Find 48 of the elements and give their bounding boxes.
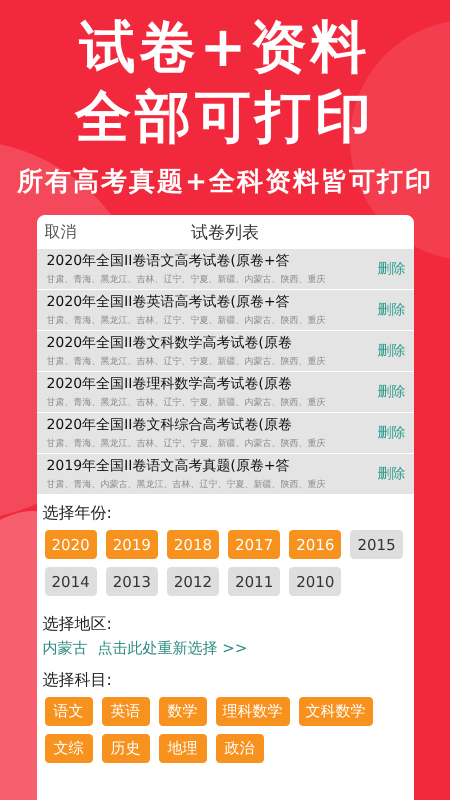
cancel-button[interactable]: 取消 — [44, 222, 76, 242]
year-chip[interactable]: 2017 — [228, 530, 280, 559]
year-chip[interactable]: 2012 — [166, 567, 220, 596]
paper-title: 2020年全国II卷英语高考试卷(原卷+答 — [46, 293, 291, 312]
delete-button[interactable]: 删除 — [378, 465, 406, 483]
delete-button[interactable]: 删除 — [378, 301, 406, 319]
paper-regions: 甘肃、青海、黑龙江、吉林、辽宁、宁夏、新疆、内蒙古、陕西、重庆 — [46, 356, 326, 369]
year-chip[interactable]: 2013 — [106, 567, 158, 596]
subject-chip[interactable]: 地理 — [158, 734, 206, 763]
subject-chip[interactable]: 英语 — [102, 697, 150, 726]
subject-chip[interactable]: 语文 — [44, 697, 92, 726]
paper-regions: 甘肃、青海、黑龙江、吉林、辽宁、宁夏、新疆、内蒙古、陕西、重庆 — [46, 396, 326, 410]
subject-chip[interactable]: 数学 — [158, 697, 206, 726]
year-chip[interactable]: 2018 — [166, 530, 220, 559]
headline: 全部可打印 — [75, 90, 375, 146]
subject-chip[interactable]: 政治 — [216, 734, 264, 763]
delete-button[interactable]: 删除 — [378, 342, 406, 360]
subject-chip[interactable]: 理科数学 — [216, 697, 290, 726]
paper-regions: 甘肃、青海、内蒙古、黑龙江、吉林、辽宁、宁夏、新疆、陕西、重庆 — [46, 478, 326, 492]
year-label: 选择年份: — [42, 503, 113, 524]
paper-title: 2019年全国II卷语文高考真题(原卷+答 — [46, 457, 291, 476]
year-chip[interactable]: 2010 — [289, 567, 342, 596]
region-label: 选择地区: — [42, 614, 113, 635]
headline: 试卷+资料 — [80, 20, 370, 76]
year-chip[interactable]: 2014 — [44, 567, 97, 596]
subject-chip[interactable]: 文科数学 — [298, 697, 372, 726]
region-value: 内蒙古 — [42, 639, 88, 658]
paper-title: 2020年全国II卷文科综合高考试卷(原卷 — [46, 416, 293, 435]
delete-button[interactable]: 删除 — [378, 424, 406, 442]
paper-regions: 甘肃、青海、黑龙江、吉林、辽宁、宁夏、新疆、内蒙古、陕西、重庆 — [46, 314, 326, 328]
year-chip[interactable]: 2011 — [228, 567, 280, 596]
reselect-link[interactable]: 点击此处重新选择 >> — [98, 639, 248, 658]
subject-chip[interactable]: 历史 — [102, 734, 150, 763]
year-chip[interactable]: 2015 — [350, 530, 403, 559]
delete-button[interactable]: 删除 — [378, 260, 406, 278]
year-chip[interactable]: 2016 — [289, 530, 342, 559]
paper-regions: 甘肃、青海、黑龙江、吉林、辽宁、宁夏、新疆、内蒙古、陕西、重庆 — [46, 274, 326, 287]
year-chip[interactable]: 2019 — [106, 530, 158, 559]
sheet-title: 试卷列表 — [191, 222, 259, 244]
year-chip[interactable]: 2020 — [44, 530, 97, 559]
paper-title: 2020年全国II卷语文高考试卷(原卷+答 — [46, 252, 291, 271]
paper-regions: 甘肃、青海、黑龙江、吉林、辽宁、宁夏、新疆、内蒙古、陕西、重庆 — [46, 438, 326, 451]
subtitle: 所有高考真题+全科资料皆可打印 — [17, 166, 433, 199]
subject-chip[interactable]: 文综 — [44, 734, 92, 763]
paper-title: 2020年全国II卷理科数学高考试卷(原卷 — [46, 375, 293, 394]
paper-title: 2020年全国II卷文科数学高考试卷(原卷 — [46, 334, 293, 353]
delete-button[interactable]: 删除 — [378, 383, 406, 401]
subject-label: 选择科目: — [42, 670, 113, 691]
